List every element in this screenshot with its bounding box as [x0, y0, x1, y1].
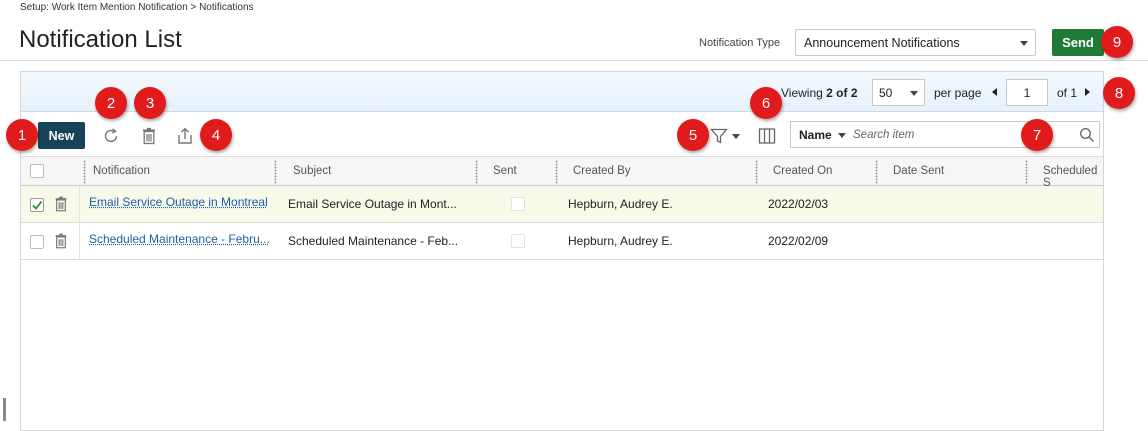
viewing-count: 2 of 2 [826, 86, 857, 100]
search-input[interactable]: Search item [853, 129, 914, 141]
notification-type-label: Notification Type [699, 37, 780, 49]
table-row[interactable]: Scheduled Maintenance - Febru... Schedul… [21, 223, 1103, 260]
column-header-created-on[interactable]: Created On [773, 157, 832, 186]
columns-icon[interactable] [757, 126, 777, 146]
cell-divider [79, 223, 80, 260]
subject-cell: Email Service Outage in Mont... [288, 197, 468, 211]
viewing-text: Viewing 2 of 2 [781, 86, 858, 100]
callout-marker-5: 5 [677, 119, 709, 151]
column-header-notification[interactable]: Notification [93, 157, 150, 186]
created-by-cell: Hepburn, Audrey E. [568, 234, 673, 248]
column-resize-handle[interactable] [555, 160, 558, 184]
column-header-created-by[interactable]: Created By [573, 157, 631, 186]
callout-marker-3: 3 [134, 87, 166, 119]
sent-checkbox [511, 197, 525, 211]
per-page-select[interactable]: 50 [872, 79, 925, 106]
callout-marker-2: 2 [95, 87, 127, 119]
chevron-down-icon [1020, 41, 1028, 46]
export-icon[interactable] [175, 126, 195, 146]
chevron-down-icon[interactable] [838, 133, 846, 138]
cell-divider [79, 186, 80, 223]
search-field-selector[interactable]: Name [799, 128, 832, 142]
table-row[interactable]: Email Service Outage in Montreal Email S… [21, 186, 1103, 223]
notification-type-value: Announcement Notifications [804, 36, 960, 50]
notification-link[interactable]: Email Service Outage in Montreal [89, 195, 277, 209]
left-edge-mark [3, 398, 6, 421]
per-page-value: 50 [879, 86, 892, 100]
new-button[interactable]: New [38, 122, 85, 149]
callout-marker-4: 4 [200, 119, 232, 151]
column-resize-handle[interactable] [83, 160, 86, 184]
column-resize-handle[interactable] [875, 160, 878, 184]
notification-grid-panel: Viewing 2 of 2 50 per page 1 of 1 New Na… [20, 71, 1104, 431]
created-on-cell: 2022/02/09 [768, 234, 828, 248]
search-box[interactable]: Name Search item [790, 121, 1100, 148]
created-by-cell: Hepburn, Audrey E. [568, 197, 673, 211]
column-header-scheduled[interactable]: Scheduled S [1043, 157, 1103, 186]
prev-page-icon[interactable] [992, 88, 997, 96]
column-header-subject[interactable]: Subject [293, 157, 331, 186]
column-resize-handle[interactable] [1025, 160, 1028, 184]
chevron-down-icon [910, 91, 918, 96]
column-header-sent[interactable]: Sent [493, 157, 517, 186]
grid-header: Notification Subject Sent Created By Cre… [21, 156, 1103, 186]
callout-marker-7: 7 [1021, 119, 1053, 151]
pagination-bar: Viewing 2 of 2 50 per page 1 of 1 [21, 72, 1103, 112]
callout-marker-6: 6 [750, 87, 782, 119]
row-trash-icon[interactable] [52, 195, 70, 213]
row-checkbox[interactable] [30, 198, 44, 212]
subject-cell: Scheduled Maintenance - Feb... [288, 234, 468, 248]
page-title: Notification List [19, 26, 182, 54]
per-page-label: per page [934, 86, 981, 100]
callout-marker-9: 9 [1101, 26, 1133, 58]
refresh-icon[interactable] [101, 126, 121, 146]
column-header-date-sent[interactable]: Date Sent [893, 157, 944, 186]
trash-icon[interactable] [139, 126, 159, 146]
column-resize-handle[interactable] [274, 160, 277, 184]
notification-type-select[interactable]: Announcement Notifications [795, 29, 1036, 56]
chevron-down-icon[interactable] [732, 134, 740, 139]
page-number-input[interactable]: 1 [1006, 79, 1048, 106]
viewing-prefix: Viewing [781, 86, 823, 100]
select-all-checkbox[interactable] [30, 164, 44, 178]
send-button[interactable]: Send [1052, 29, 1104, 56]
checkmark-icon [31, 199, 43, 211]
callout-marker-8: 8 [1103, 77, 1135, 109]
sent-checkbox [511, 234, 525, 248]
next-page-icon[interactable] [1085, 88, 1090, 96]
notification-link[interactable]: Scheduled Maintenance - Febru... [89, 232, 277, 246]
callout-marker-1: 1 [6, 119, 38, 151]
column-resize-handle[interactable] [475, 160, 478, 184]
filter-icon[interactable] [709, 126, 729, 146]
row-trash-icon[interactable] [52, 232, 70, 250]
search-icon[interactable] [1079, 127, 1095, 143]
column-resize-handle[interactable] [755, 160, 758, 184]
title-divider [0, 60, 1148, 61]
page-count-label: of 1 [1057, 86, 1077, 100]
row-checkbox[interactable] [30, 235, 44, 249]
created-on-cell: 2022/02/03 [768, 197, 828, 211]
breadcrumb: Setup: Work Item Mention Notification > … [20, 2, 254, 13]
